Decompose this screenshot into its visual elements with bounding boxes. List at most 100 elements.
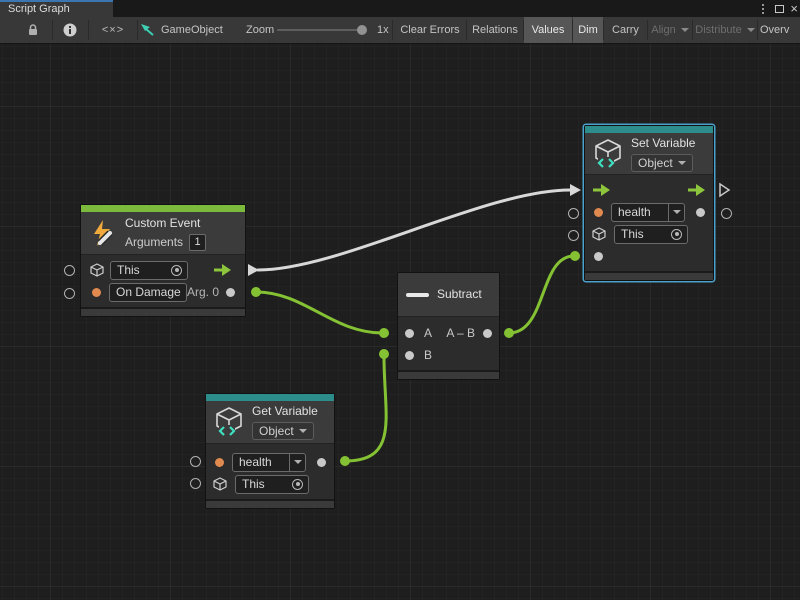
value-input-port[interactable] — [594, 252, 603, 261]
name-port-icon[interactable] — [594, 208, 603, 217]
chevron-down-icon — [299, 429, 307, 433]
event-port-icon[interactable] — [92, 288, 101, 297]
output-label: A – B — [446, 326, 475, 340]
value-wire-arg0-to-subtract-a[interactable] — [256, 292, 383, 333]
wire-endpoint — [340, 456, 350, 466]
input-port-ring[interactable] — [64, 288, 75, 299]
arguments-field[interactable]: 1 — [189, 234, 206, 251]
info-button[interactable] — [55, 17, 85, 43]
port-row-b: B — [398, 344, 499, 366]
node-set-variable[interactable]: Set Variable Object — [584, 125, 714, 281]
relations-button[interactable]: Relations — [467, 17, 523, 43]
edit-graph-button[interactable]: <×> — [92, 17, 134, 43]
target-picker-icon[interactable] — [171, 265, 182, 276]
node-custom-event[interactable]: Custom Event Arguments 1 This — [80, 204, 246, 317]
chevron-down-icon — [294, 460, 302, 464]
variable-accent-bar — [585, 126, 713, 133]
variable-scope-dropdown[interactable]: Object — [631, 154, 693, 172]
target-picker-icon[interactable] — [292, 479, 303, 490]
chevron-down-icon — [681, 28, 689, 32]
target-field[interactable]: This — [110, 261, 188, 280]
output-port-ring[interactable] — [721, 208, 732, 219]
variable-name-dropdown[interactable]: health — [232, 453, 306, 472]
toolbar-separator — [392, 20, 393, 40]
target-picker-icon[interactable] — [671, 229, 682, 240]
zoom-label: Zoom — [246, 17, 274, 43]
subtract-icon — [406, 293, 429, 297]
graph-canvas[interactable]: Custom Event Arguments 1 This — [0, 44, 800, 600]
script-graph-window: Script Graph × <×> — [0, 0, 800, 600]
port-row-a: A A – B — [398, 322, 499, 344]
graph-pointer-icon — [140, 23, 155, 37]
input-b-port[interactable] — [405, 351, 414, 360]
graph-toolbar: <×> GameObject Zoom 1x Clear Errors Rela… — [0, 17, 800, 44]
value-output-port[interactable] — [696, 208, 705, 217]
flow-wire-start-arrow — [248, 264, 259, 276]
dim-button[interactable]: Dim — [573, 17, 603, 43]
flow-output-arrow-icon[interactable] — [214, 264, 231, 276]
variable-scope-dropdown[interactable]: Object — [252, 422, 314, 440]
window-menu-icon[interactable] — [758, 0, 768, 17]
close-icon[interactable]: × — [790, 0, 798, 17]
tab-script-graph[interactable]: Script Graph — [0, 0, 113, 17]
gameobject-cube-icon — [213, 477, 227, 491]
distribute-button[interactable]: Distribute — [693, 17, 757, 43]
input-port-ring[interactable] — [190, 456, 201, 467]
node-subtract[interactable]: Subtract A A – B B — [397, 272, 500, 380]
target-field[interactable]: This — [235, 475, 309, 494]
value-wire-subtract-to-setvariable[interactable] — [509, 256, 574, 333]
wire-endpoint — [379, 328, 389, 338]
input-port-ring[interactable] — [190, 478, 201, 489]
maximize-icon[interactable] — [775, 0, 784, 17]
toolbar-separator — [52, 20, 53, 40]
toolbar-separator — [137, 20, 138, 40]
values-button[interactable]: Values — [524, 17, 572, 43]
arg0-output-port[interactable] — [226, 288, 235, 297]
input-port-ring[interactable] — [568, 230, 579, 241]
input-a-port[interactable] — [405, 329, 414, 338]
node-footer — [81, 307, 245, 316]
port-row-target: This — [206, 473, 334, 495]
value-wire-getvariable-to-subtract-b[interactable] — [345, 357, 386, 461]
flow-input-arrow-icon[interactable] — [593, 184, 610, 196]
node-footer — [398, 370, 499, 379]
output-port[interactable] — [483, 329, 492, 338]
code-icon: <×> — [102, 24, 124, 36]
variable-name-dropdown[interactable]: health — [611, 203, 685, 222]
variable-cube-icon — [214, 406, 244, 438]
input-port-ring[interactable] — [568, 208, 579, 219]
target-field[interactable]: This — [614, 225, 688, 244]
overview-button[interactable]: Overv — [760, 17, 800, 43]
zoom-slider[interactable] — [277, 17, 365, 43]
clear-errors-button[interactable]: Clear Errors — [394, 17, 466, 43]
graph-owner[interactable]: GameObject — [140, 17, 223, 43]
unconnected-flow-output-triangle[interactable] — [720, 184, 729, 196]
toolbar-separator — [757, 20, 758, 40]
variable-cube-icon — [593, 138, 623, 170]
node-get-variable[interactable]: Get Variable Object health — [205, 393, 335, 509]
flow-output-arrow-icon[interactable] — [688, 184, 705, 196]
align-button[interactable]: Align — [648, 17, 692, 43]
name-port-icon[interactable] — [215, 458, 224, 467]
port-row-event: On Damage Arg. 0 — [81, 281, 245, 303]
input-port-ring[interactable] — [64, 265, 75, 276]
chevron-down-icon — [747, 28, 755, 32]
node-footer — [585, 271, 713, 280]
event-name-field[interactable]: On Damage — [109, 283, 187, 302]
lock-button[interactable] — [18, 17, 48, 43]
variable-accent-bar — [206, 394, 334, 401]
flow-wire-customevent-to-setvariable[interactable] — [258, 190, 570, 270]
port-row-flow — [585, 179, 713, 201]
custom-event-icon — [89, 219, 117, 247]
value-output-port[interactable] — [317, 458, 326, 467]
gameobject-label: GameObject — [161, 24, 223, 36]
zoom-slider-handle[interactable] — [357, 25, 367, 35]
info-icon — [63, 23, 77, 37]
carry-button[interactable]: Carry — [604, 17, 647, 43]
gameobject-cube-icon — [90, 263, 104, 277]
gameobject-cube-icon — [592, 227, 606, 241]
tab-bar: Script Graph × — [0, 0, 800, 17]
node-footer — [206, 499, 334, 508]
chevron-down-icon — [673, 210, 681, 214]
zoom-slider-track[interactable] — [277, 29, 365, 31]
